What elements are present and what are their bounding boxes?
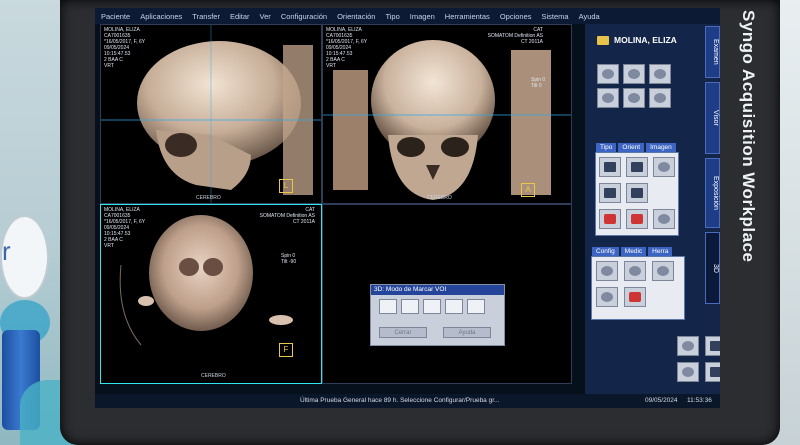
zoom-button[interactable] [623, 88, 645, 108]
patient-overlay-2: MOLINA, ELIZA CA7001635 *16/05/2017, F, … [326, 27, 368, 69]
spin-overlay-2: Spin 0 Tilt 0 [531, 77, 546, 89]
voi-pen-button[interactable] [379, 299, 397, 314]
viewport-label-2: CEREBRO [427, 195, 452, 201]
tab-visor[interactable]: Visor [705, 82, 720, 154]
scanner-overlay-2: CAT SOMATOM Definition AS CT 2011A [487, 27, 543, 45]
tab-exposicion[interactable]: Exposición [705, 158, 720, 228]
disk-text: r [2, 236, 11, 266]
slab-button[interactable] [599, 183, 621, 203]
viewport-label-1: CEREBRO [196, 195, 221, 201]
monitor-screen: Paciente Aplicaciones Transfer Editar Ve… [95, 8, 720, 408]
menu-opciones[interactable]: Opciones [500, 12, 532, 21]
tab-3d[interactable]: 3D [705, 232, 720, 304]
config-group: Config Medic Herra [591, 247, 685, 320]
voi-save-button[interactable] [467, 299, 485, 314]
patient-overlay-3: MOLINA, ELIZA CA7001635 *16/05/2017, F, … [104, 207, 146, 249]
tab-medic[interactable]: Medic [620, 247, 647, 256]
viewport-axial[interactable]: MOLINA, ELIZA CA7001635 *16/05/2017, F, … [100, 204, 322, 384]
config-tool-5[interactable] [624, 287, 646, 307]
mip-button[interactable] [626, 157, 648, 177]
viewport-frontal[interactable]: MOLINA, ELIZA CA7001635 *16/05/2017, F, … [322, 24, 572, 204]
type-group-tabs: Tipo Orient Imagen [596, 143, 676, 152]
scanner-overlay-3: CAT SOMATOM Definition AS CT 2011A [259, 207, 315, 225]
config-group-tabs: Config Medic Herra [592, 247, 673, 256]
dialog-title: 3D: Modo de Marcar VOI [371, 285, 504, 295]
rotate-left-button[interactable] [597, 64, 619, 84]
control-panel: MOLINA, ELIZA Tipo Orient Imagen Config … [585, 24, 720, 394]
punch-button[interactable] [626, 209, 648, 229]
orientation-cube-1: L [279, 179, 293, 193]
menu-ayuda[interactable]: Ayuda [579, 12, 600, 21]
viewport-label-3: CEREBRO [201, 373, 226, 379]
menu-orientacion[interactable]: Orientación [337, 12, 375, 21]
patient-header: MOLINA, ELIZA [585, 32, 695, 48]
head-view-button[interactable] [623, 64, 645, 84]
menu-imagen[interactable]: Imagen [410, 12, 435, 21]
viewport-lateral[interactable]: MOLINA, ELIZA CA7001635 *16/05/2017, F, … [100, 24, 322, 204]
status-bar: Última Prueba General hace 89 h. Selecci… [95, 394, 720, 408]
config-tool-2[interactable] [624, 261, 646, 281]
tab-config[interactable]: Config [592, 247, 619, 256]
tab-herra[interactable]: Herra [648, 247, 673, 256]
status-date: 09/05/2024 [645, 397, 678, 404]
menu-transfer[interactable]: Transfer [192, 12, 220, 21]
menu-editar[interactable]: Editar [230, 12, 250, 21]
menu-aplicaciones[interactable]: Aplicaciones [140, 12, 182, 21]
config-tool-3[interactable] [652, 261, 674, 281]
mpr-button[interactable] [599, 157, 621, 177]
voi-undo-button[interactable] [445, 299, 463, 314]
folder-icon [597, 35, 609, 45]
clip-button[interactable] [599, 209, 621, 229]
menu-ver[interactable]: Ver [260, 12, 271, 21]
orientation-cube-2: A [521, 183, 535, 197]
voi-eraser-button[interactable] [423, 299, 441, 314]
layout-button-2[interactable] [705, 336, 720, 356]
layout-button-4[interactable] [705, 362, 720, 382]
patient-name: MOLINA, ELIZA [614, 35, 677, 45]
tab-tipo[interactable]: Tipo [596, 143, 617, 152]
orientation-cube-3: F [279, 343, 293, 357]
menu-sistema[interactable]: Sistema [542, 12, 569, 21]
tab-orient[interactable]: Orient [618, 143, 645, 152]
vrt-button[interactable] [653, 157, 675, 177]
voi-dialog: 3D: Modo de Marcar VOI Cerrar Ayuda [370, 284, 505, 346]
layout-button-1[interactable] [677, 336, 699, 356]
rotate-right-button[interactable] [649, 64, 671, 84]
type-group: Tipo Orient Imagen [595, 143, 679, 236]
config-tool-4[interactable] [596, 287, 618, 307]
side-tabs: Examen Visor Exposición 3D [705, 26, 720, 306]
voi-rect-button[interactable] [401, 299, 419, 314]
pan-button[interactable] [649, 88, 671, 108]
tab-imagen[interactable]: Imagen [646, 143, 676, 152]
brand-label: Syngo Acquisition Workplace [739, 10, 758, 263]
menu-bar: Paciente Aplicaciones Transfer Editar Ve… [95, 8, 720, 24]
menu-configuracion[interactable]: Configuración [281, 12, 327, 21]
status-time: 11:53:36 [687, 397, 712, 404]
cut-button[interactable] [626, 183, 648, 203]
menu-herramientas[interactable]: Herramientas [445, 12, 490, 21]
config-tool-1[interactable] [596, 261, 618, 281]
dialog-help-button[interactable]: Ayuda [443, 327, 491, 338]
dialog-close-button[interactable]: Cerrar [379, 327, 427, 338]
menu-paciente[interactable]: Paciente [101, 12, 130, 21]
blank-button[interactable] [653, 209, 675, 229]
rotate-down-button[interactable] [597, 88, 619, 108]
tab-examen[interactable]: Examen [705, 26, 720, 78]
menu-tipo[interactable]: Tipo [385, 12, 399, 21]
layout-button-3[interactable] [677, 362, 699, 382]
spin-overlay-3: Spin 0 Tilt -90 [281, 253, 297, 265]
status-message: Última Prueba General hace 89 h. Selecci… [300, 397, 500, 404]
patient-overlay-1: MOLINA, ELIZA CA7001635 *16/05/2017, F, … [104, 27, 146, 69]
